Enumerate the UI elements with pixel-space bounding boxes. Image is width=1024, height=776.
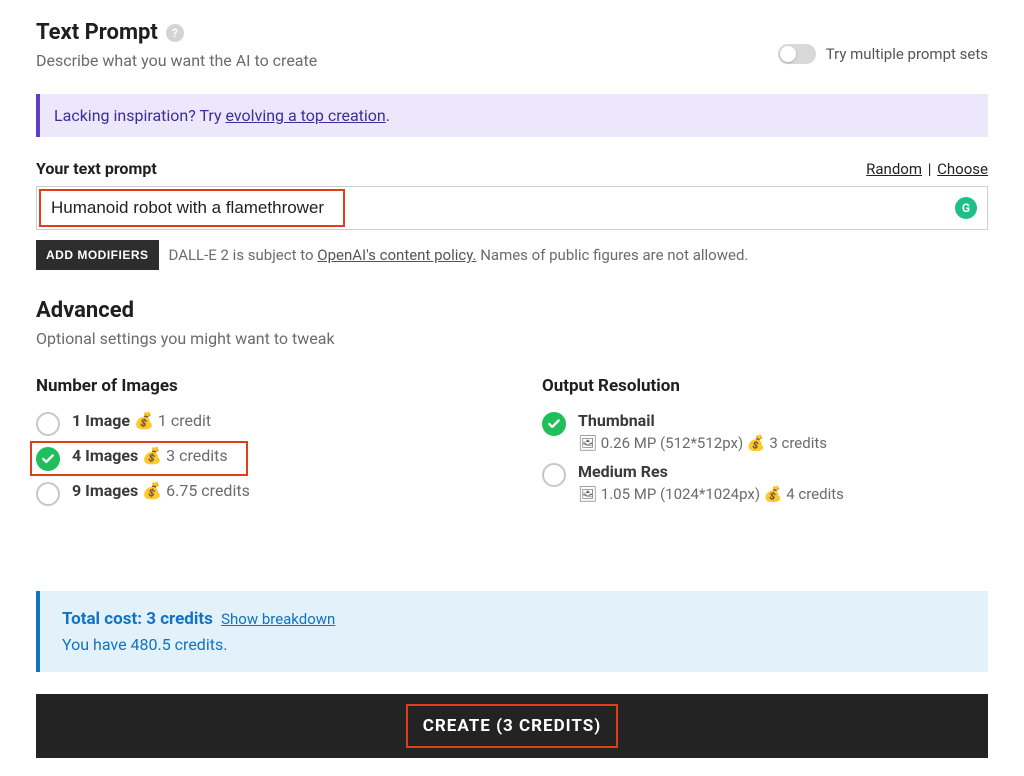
moneybag-icon: 💰 bbox=[134, 411, 154, 430]
section-subtitle: Describe what you want the AI to create bbox=[36, 51, 317, 70]
modifiers-row: ADD MODIFIERS DALL-E 2 is subject to Ope… bbox=[36, 240, 988, 270]
advanced-section: Advanced Optional settings you might wan… bbox=[36, 298, 988, 348]
banner-prefix: Lacking inspiration? Try bbox=[54, 106, 226, 125]
cost-summary: Total cost: 3 credits Show breakdown You… bbox=[36, 591, 988, 672]
option-label: 4 Images bbox=[72, 446, 138, 465]
picture-icon: 🖼 bbox=[578, 485, 597, 503]
prompt-label: Your text prompt bbox=[36, 159, 157, 178]
create-button-label: CREATE (3 CREDITS) bbox=[423, 716, 601, 736]
prompt-input-wrap: G bbox=[36, 186, 988, 230]
header-row: Text Prompt ? Describe what you want the… bbox=[36, 20, 988, 70]
option-credit: 4 credits bbox=[786, 485, 844, 503]
separator: | bbox=[928, 160, 932, 178]
multi-prompt-toggle[interactable] bbox=[778, 44, 816, 64]
inspiration-banner: Lacking inspiration? Try evolving a top … bbox=[36, 94, 988, 137]
add-modifiers-button[interactable]: ADD MODIFIERS bbox=[36, 240, 159, 270]
moneybag-icon: 💰 bbox=[764, 485, 783, 503]
show-breakdown-link[interactable]: Show breakdown bbox=[221, 610, 335, 628]
random-link[interactable]: Random bbox=[866, 160, 922, 178]
total-cost: Total cost: 3 credits bbox=[62, 609, 213, 629]
option-credit: 1 credit bbox=[158, 411, 211, 430]
radio-unchecked-icon bbox=[36, 412, 60, 436]
option-detail: 0.26 MP (512*512px) bbox=[601, 434, 743, 452]
section-title: Text Prompt bbox=[36, 20, 158, 45]
advanced-title: Advanced bbox=[36, 298, 988, 323]
multi-prompt-toggle-label: Try multiple prompt sets bbox=[826, 45, 988, 63]
option-detail: 1.05 MP (1024*1024px) bbox=[601, 485, 760, 503]
option-label: 9 Images bbox=[72, 481, 138, 500]
create-button[interactable]: CREATE (3 CREDITS) bbox=[36, 694, 988, 758]
credit-balance: You have 480.5 credits. bbox=[62, 635, 966, 654]
policy-suffix: Names of public figures are not allowed. bbox=[476, 246, 748, 264]
resolution-option-thumbnail[interactable]: Thumbnail 🖼 0.26 MP (512*512px) 💰 3 cred… bbox=[542, 406, 988, 457]
option-label: 1 Image bbox=[72, 411, 130, 430]
moneybag-icon: 💰 bbox=[142, 481, 162, 500]
num-images-option-4[interactable]: 4 Images 💰 3 credits bbox=[36, 441, 482, 476]
num-images-option-9[interactable]: 9 Images 💰 6.75 credits bbox=[36, 476, 482, 511]
resolution-title: Output Resolution bbox=[542, 376, 988, 396]
choose-link[interactable]: Choose bbox=[937, 160, 988, 178]
num-images-option-1[interactable]: 1 Image 💰 1 credit bbox=[36, 406, 482, 441]
radio-unchecked-icon bbox=[542, 463, 566, 487]
help-icon[interactable]: ? bbox=[166, 24, 184, 42]
radio-checked-icon bbox=[36, 447, 60, 471]
option-label: Thumbnail bbox=[578, 411, 655, 430]
radio-unchecked-icon bbox=[36, 482, 60, 506]
moneybag-icon: 💰 bbox=[142, 446, 162, 465]
multi-prompt-toggle-wrap: Try multiple prompt sets bbox=[778, 44, 988, 64]
option-credit: 3 credits bbox=[769, 434, 827, 452]
option-label: Medium Res bbox=[578, 462, 668, 481]
resolution-group: Output Resolution Thumbnail 🖼 0.26 MP (5… bbox=[542, 376, 988, 511]
picture-icon: 🖼 bbox=[578, 434, 597, 452]
policy-link[interactable]: OpenAI's content policy. bbox=[317, 246, 476, 264]
grammarly-icon[interactable]: G bbox=[955, 197, 977, 219]
resolution-option-medium[interactable]: Medium Res 🖼 1.05 MP (1024*1024px) 💰 4 c… bbox=[542, 457, 988, 508]
option-credit: 6.75 credits bbox=[166, 481, 250, 500]
policy-prefix: DALL-E 2 is subject to bbox=[169, 246, 318, 264]
evolve-link[interactable]: evolving a top creation bbox=[226, 106, 386, 125]
prompt-links: Random | Choose bbox=[866, 160, 988, 178]
num-images-group: Number of Images 1 Image 💰 1 credit bbox=[36, 376, 482, 511]
num-images-title: Number of Images bbox=[36, 376, 482, 396]
prompt-input[interactable] bbox=[37, 187, 987, 229]
radio-checked-icon bbox=[542, 412, 566, 436]
option-credit: 3 credits bbox=[166, 446, 228, 465]
moneybag-icon: 💰 bbox=[747, 434, 766, 452]
advanced-subtitle: Optional settings you might want to twea… bbox=[36, 329, 988, 348]
banner-suffix: . bbox=[386, 106, 390, 125]
